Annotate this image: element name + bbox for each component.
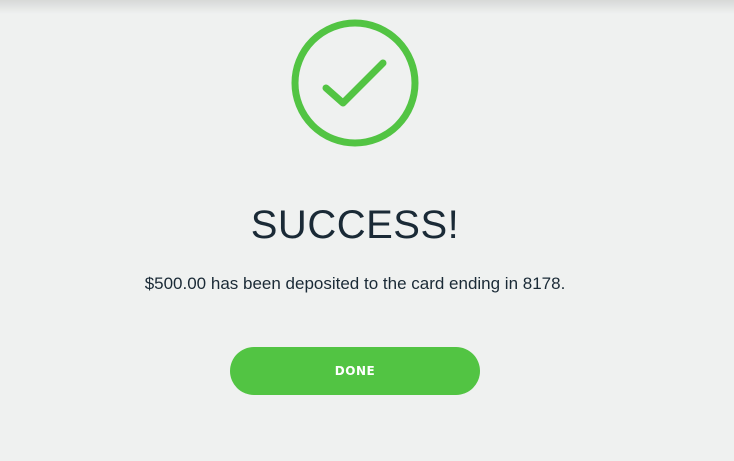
done-button[interactable]: DONE — [230, 347, 480, 395]
success-title: SUCCESS! — [250, 203, 460, 247]
check-circle-icon — [290, 18, 420, 148]
top-edge-shadow — [0, 0, 734, 14]
deposit-message: $500.00 has been deposited to the card e… — [144, 274, 566, 293]
